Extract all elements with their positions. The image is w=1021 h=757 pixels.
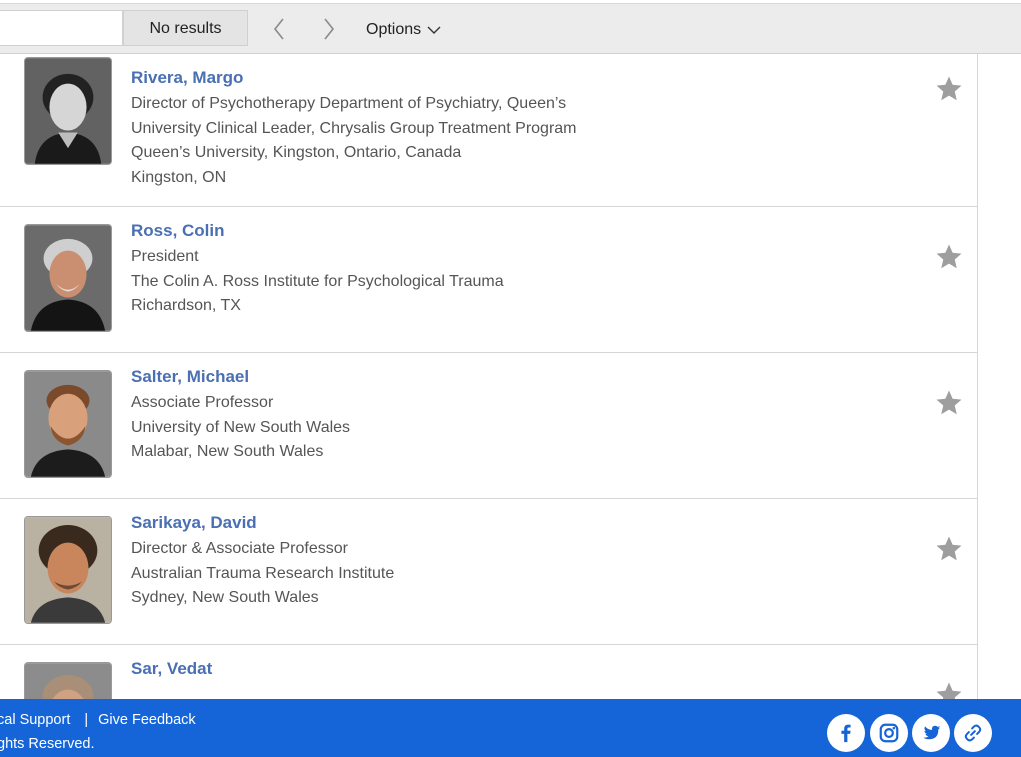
portrait-image xyxy=(25,225,111,331)
chevron-right-icon xyxy=(324,18,335,40)
list-item: Salter, Michael Associate Professor Univ… xyxy=(0,353,977,499)
person-name-link[interactable]: Rivera, Margo xyxy=(131,67,577,89)
star-icon xyxy=(936,390,962,415)
person-title: President xyxy=(131,248,199,265)
list-item: Ross, Colin President The Colin A. Ross … xyxy=(0,207,977,353)
portrait-image xyxy=(25,663,111,699)
avatar xyxy=(24,370,112,478)
find-status: No results xyxy=(123,10,248,46)
person-name-link[interactable]: Sar, Vedat xyxy=(131,658,212,680)
portrait-image xyxy=(25,517,111,623)
link-button[interactable] xyxy=(954,714,992,752)
person-organization: Australian Trauma Research Institute xyxy=(131,564,395,582)
list-item: Rivera, Margo Director of Psychotherapy … xyxy=(0,54,977,207)
portrait-image xyxy=(25,371,111,477)
favorite-star-button[interactable] xyxy=(934,680,964,699)
favorite-star-button[interactable] xyxy=(934,534,964,564)
person-info: Salter, Michael Associate Professor Univ… xyxy=(131,366,350,465)
list-item: Sarikaya, David Director & Associate Pro… xyxy=(0,499,977,645)
person-organization: Queen’s University, Kingston, Ontario, C… xyxy=(131,144,462,161)
person-info: Sarikaya, David Director & Associate Pro… xyxy=(131,512,394,611)
person-organization: The Colin A. Ross Institute for Psycholo… xyxy=(131,272,504,290)
instagram-icon xyxy=(879,723,899,743)
avatar xyxy=(24,662,112,699)
star-icon xyxy=(936,76,962,101)
person-location: Malabar, New South Wales xyxy=(131,443,324,460)
favorite-star-button[interactable] xyxy=(934,242,964,272)
chevron-down-icon xyxy=(427,26,441,34)
previous-result-button[interactable] xyxy=(264,14,294,44)
person-organization: University of New South Wales xyxy=(131,418,351,436)
footer: cal Support | Give Feedback ghts Reserved. xyxy=(0,699,1021,757)
person-info: Sar, Vedat xyxy=(131,658,212,680)
find-input[interactable] xyxy=(0,10,123,46)
options-menu[interactable]: Options xyxy=(366,18,441,42)
copyright-text: ghts Reserved. xyxy=(0,736,95,752)
person-title: Director & Associate Professor xyxy=(131,540,348,557)
favorite-star-button[interactable] xyxy=(934,74,964,104)
facebook-button[interactable] xyxy=(827,714,865,752)
person-location: Richardson, TX xyxy=(131,297,241,314)
person-name-link[interactable]: Sarikaya, David xyxy=(131,512,394,534)
person-title: Director of Psychotherapy Department of … xyxy=(131,95,567,112)
star-icon xyxy=(936,682,962,699)
person-location: Kingston, ON xyxy=(131,168,227,186)
person-name-link[interactable]: Ross, Colin xyxy=(131,220,504,242)
footer-separator: | xyxy=(84,712,89,728)
chevron-left-icon xyxy=(273,18,284,40)
footer-links: cal Support | Give Feedback xyxy=(0,712,196,728)
favorite-star-button[interactable] xyxy=(934,388,964,418)
avatar xyxy=(24,57,112,165)
find-bar: No results Options xyxy=(0,3,1021,54)
twitter-button[interactable] xyxy=(912,714,950,752)
star-icon xyxy=(936,536,962,561)
instagram-button[interactable] xyxy=(870,714,908,752)
avatar xyxy=(24,224,112,332)
twitter-icon xyxy=(923,725,941,740)
star-icon xyxy=(936,244,962,269)
next-result-button[interactable] xyxy=(314,14,344,44)
link-icon xyxy=(964,724,982,742)
person-info: Ross, Colin President The Colin A. Ross … xyxy=(131,220,504,319)
people-list: Rivera, Margo Director of Psychotherapy … xyxy=(0,54,978,699)
facebook-icon xyxy=(841,724,851,743)
person-location: Sydney, New South Wales xyxy=(131,589,319,606)
person-info: Rivera, Margo Director of Psychotherapy … xyxy=(131,67,577,190)
person-title: Associate Professor xyxy=(131,394,274,411)
person-title: University Clinical Leader, Chrysalis Gr… xyxy=(131,119,577,137)
support-link[interactable]: cal Support xyxy=(0,712,70,728)
give-feedback-link[interactable]: Give Feedback xyxy=(98,712,196,728)
portrait-image xyxy=(25,58,111,164)
avatar xyxy=(24,516,112,624)
list-item: Sar, Vedat xyxy=(0,645,977,699)
options-label: Options xyxy=(366,21,422,38)
person-name-link[interactable]: Salter, Michael xyxy=(131,366,350,388)
